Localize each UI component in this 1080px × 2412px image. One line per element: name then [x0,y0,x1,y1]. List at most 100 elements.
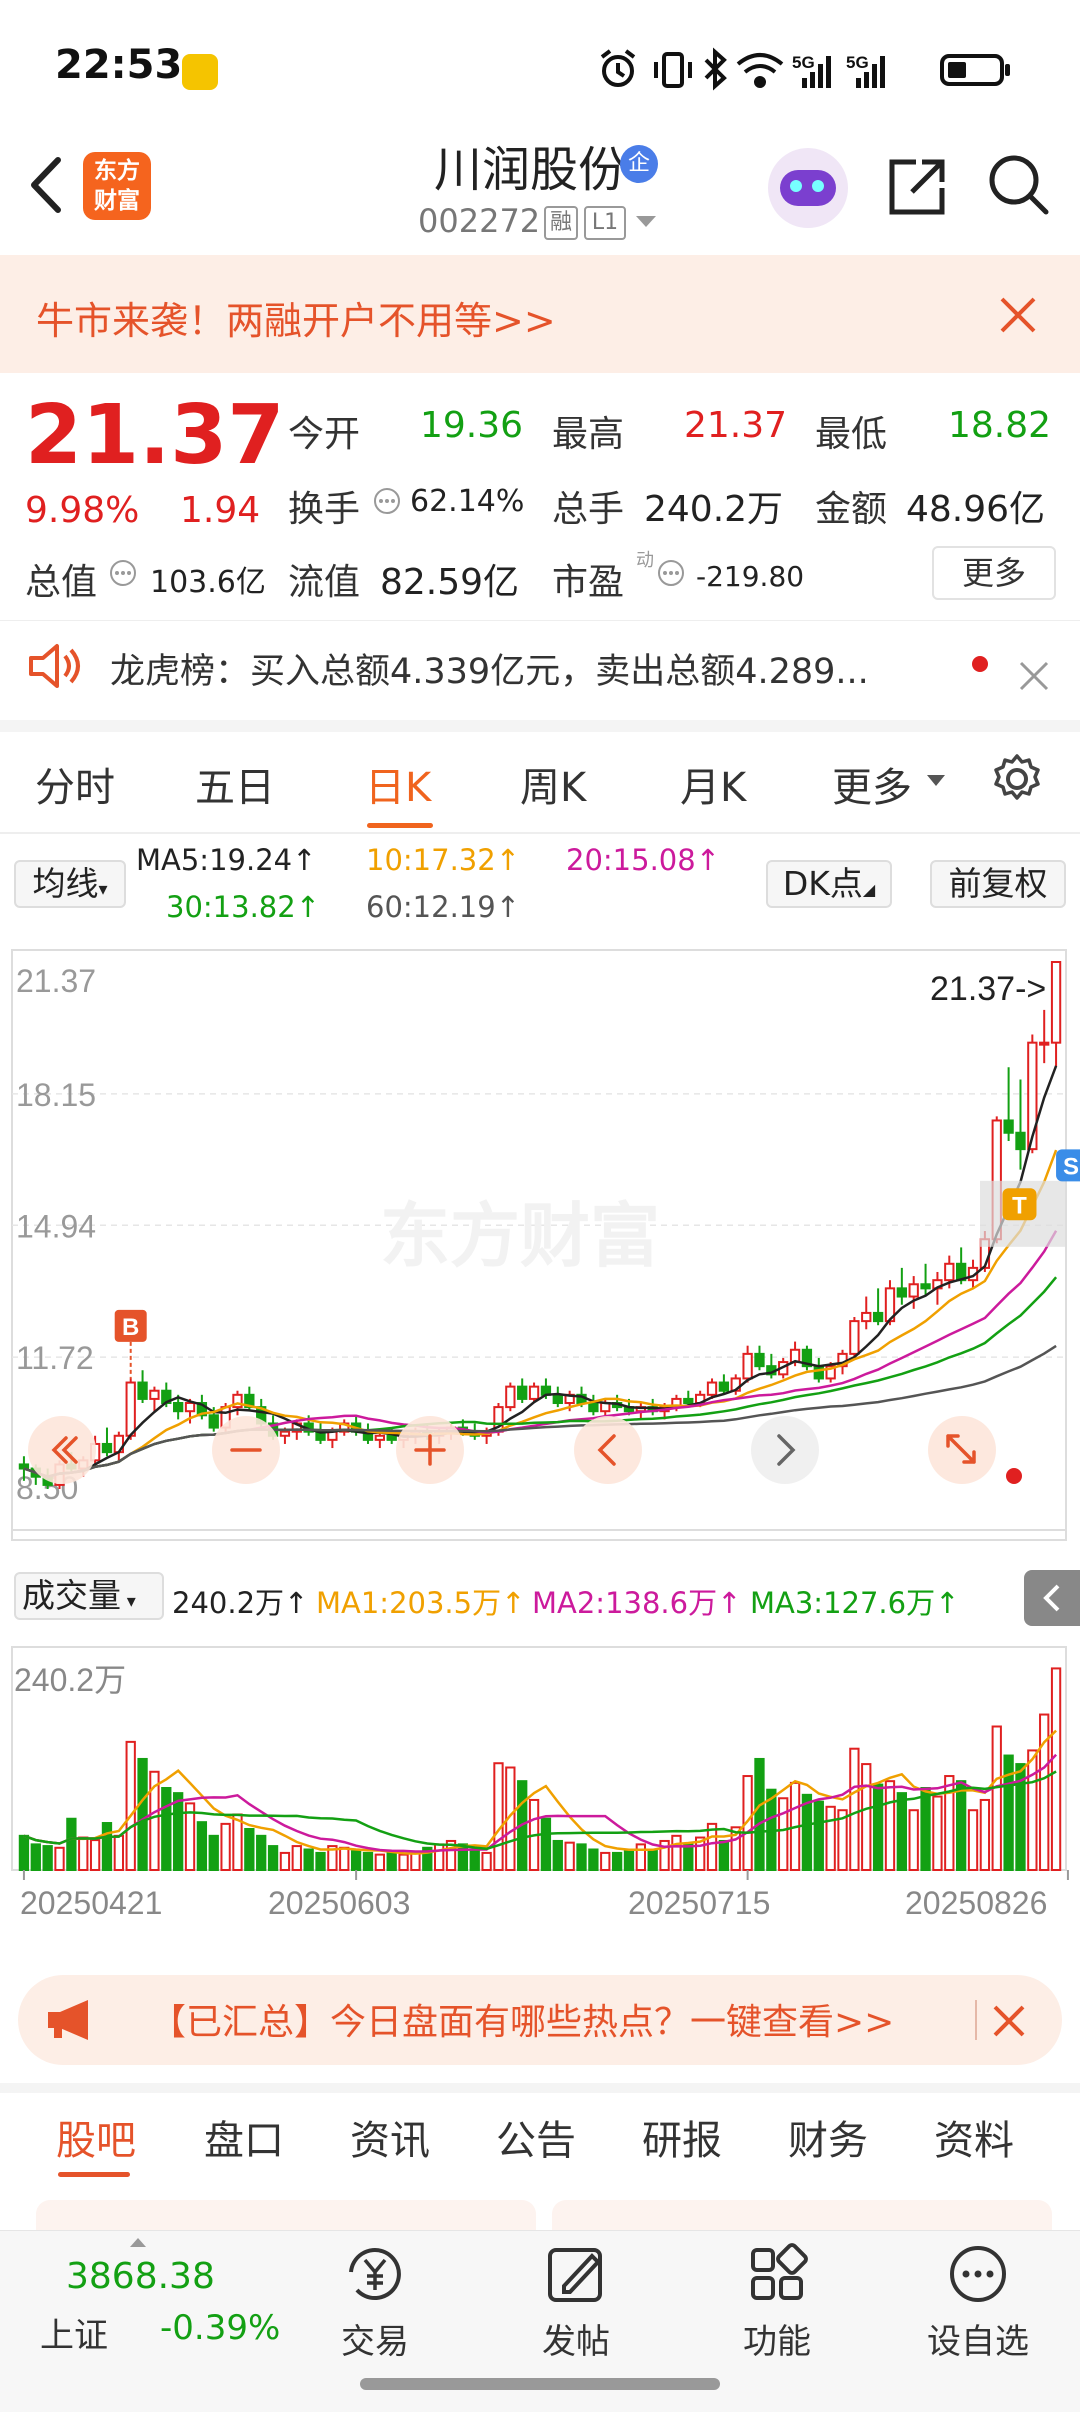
amount-label: 金额 [815,489,888,530]
candle-body [374,1434,385,1441]
active-tab-indicator [367,823,433,828]
close-icon[interactable] [1018,660,1050,692]
more-dots-icon [950,2246,1006,2302]
volume-bar [457,1843,469,1871]
nav-post[interactable] [506,2236,646,2386]
adjust-price-button[interactable]: 前复权 [930,860,1066,908]
mktcap-label: 总值 [25,562,98,603]
ma10-value: 10:17.32↑ [366,843,520,877]
home-indicator[interactable] [360,2378,720,2390]
index-value[interactable]: 3868.38 [66,2256,215,2297]
info-dots-icon[interactable] [108,558,138,588]
volume-bar [113,1834,124,1871]
volume-ma3: MA3:127.6万↑ [750,1586,960,1620]
tab-news[interactable]: 资讯 [350,2108,430,2166]
assistant-robot-icon[interactable] [768,148,848,228]
volume-bar [244,1828,255,1871]
enterprise-badge: 企 [620,145,658,183]
expand-icon [928,1416,996,1484]
volume-bar [908,1809,919,1871]
candle-body [184,1402,196,1413]
candle-body [137,1381,148,1400]
tab-announcements[interactable]: 公告 [496,2108,576,2166]
dk-point-button[interactable]: DK点◢ [766,860,892,908]
nav-post-label[interactable]: 发帖 [506,2314,646,2363]
index-change[interactable]: -0.39% [160,2308,280,2348]
nav-functions[interactable] [707,2236,847,2386]
candle-body [528,1385,540,1400]
tab-more[interactable]: 更多 [832,755,912,813]
candle-body [125,1381,136,1437]
float-value: 82.59亿 [380,562,520,603]
divider [0,832,1080,834]
index-name[interactable]: 上证 [40,2308,108,2357]
tab-intraday[interactable]: 分时 [35,755,115,813]
volume-bar [872,1783,884,1871]
open-label: 今开 [288,414,361,455]
divider [975,2000,977,2040]
back-button[interactable] [22,150,72,220]
candle-body [279,1430,291,1437]
tab-profile[interactable]: 资料 [934,2108,1014,2166]
tab-weekly-k[interactable]: 周K [520,755,586,813]
volume-bar [374,1853,385,1871]
tab-research[interactable]: 研报 [642,2108,722,2166]
next-icon [751,1416,819,1484]
candle-body [386,1434,397,1441]
close-icon[interactable] [992,2004,1026,2038]
search-icon[interactable] [984,150,1054,222]
content-card [552,2200,1052,2230]
app-logo[interactable]: 东方 财富 [83,152,151,220]
sell-marker-label: S [1063,1153,1079,1180]
notification-dot [1006,1468,1022,1484]
volume-ma1: MA1:203.5万↑ [316,1586,526,1620]
candle-body [517,1385,528,1400]
close-icon[interactable] [998,295,1038,335]
volume-bar [956,1780,967,1872]
price-axis-label: 18.15 [16,1077,96,1113]
volume-bar [600,1851,611,1872]
volume-bar [434,1843,445,1871]
info-dots-icon[interactable] [656,558,686,588]
share-icon[interactable] [882,152,952,222]
candle-body [849,1320,860,1355]
active-tab-indicator [58,2172,130,2177]
hot-topics-text[interactable]: 【已汇总】今日盘面有哪些热点？一键查看>> [150,1993,894,2045]
collapse-panel-button[interactable] [1024,1570,1080,1626]
ma20-value: 20:15.08↑ [566,843,720,877]
tab-daily-k[interactable]: 日K [365,755,431,813]
tab-five-day[interactable]: 五日 [195,755,275,813]
price-axis-label: 11.72 [16,1340,94,1376]
kline-chart[interactable]: 21.3718.1514.9411.728.50东方财富21.37->BTS24… [0,930,1080,1970]
settings-gear-icon[interactable] [990,752,1044,806]
volume-bar [1027,1749,1038,1872]
nav-trade-label[interactable]: 交易 [305,2314,445,2363]
candle-body [552,1393,563,1405]
nav-add-watchlist[interactable] [908,2236,1048,2386]
nav-add-watchlist-label[interactable]: 设自选 [908,2314,1048,2363]
volume-bar [386,1851,397,1872]
volume-bar [137,1757,148,1871]
nav-functions-label[interactable]: 功能 [707,2314,847,2363]
tab-pankou[interactable]: 盘口 [204,2108,284,2166]
nav-trade[interactable] [305,2236,445,2386]
volume-bar [825,1805,836,1872]
lhb-text[interactable]: 龙虎榜：买入总额4.339亿元，卖出总额4.289... [110,643,869,694]
caret-down-icon[interactable] [634,214,658,230]
current-price: 21.37 [25,388,285,483]
volume-bar [979,1798,991,1871]
tab-finance[interactable]: 财务 [788,2108,868,2166]
promo-text[interactable]: 牛市来袭！两融开户不用等>> [36,290,556,345]
margin-tag: 融 [544,206,578,240]
info-dots-icon[interactable] [372,486,402,516]
caret-down-icon[interactable] [926,774,946,788]
ma-dropdown[interactable]: 均线▾ [14,860,126,908]
volume-bar [564,1841,575,1872]
tab-guba[interactable]: 股吧 [56,2108,136,2166]
caret-up-icon[interactable] [128,2236,148,2248]
tab-monthly-k[interactable]: 月K [680,755,746,813]
zoom-in-icon [396,1416,464,1484]
candle-body [1050,961,1062,1044]
more-button[interactable]: 更多 [932,546,1056,600]
volume-indicator-dropdown[interactable]: 成交量 ▾ [14,1572,164,1620]
